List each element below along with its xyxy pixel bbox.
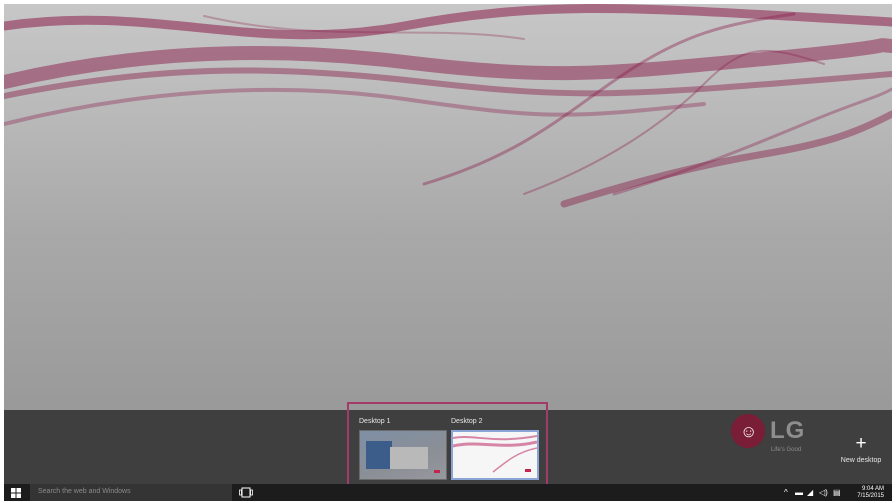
taskbar: Search the web and Windows ^ ▬ ◢ ◁) ▤ 9:… bbox=[4, 484, 892, 501]
window-preview bbox=[390, 447, 428, 469]
volume-icon[interactable]: ◁) bbox=[819, 488, 828, 497]
search-placeholder: Search the web and Windows bbox=[38, 488, 131, 495]
notifications-icon[interactable]: ▤ bbox=[833, 488, 841, 497]
desktop-preview bbox=[359, 430, 447, 480]
lg-logo-text: LG bbox=[770, 417, 806, 444]
search-input[interactable]: Search the web and Windows bbox=[30, 484, 232, 501]
battery-icon[interactable]: ▬ bbox=[795, 488, 803, 497]
task-view-icon bbox=[239, 487, 253, 498]
lg-mini-logo bbox=[434, 470, 440, 473]
new-desktop-label: New desktop bbox=[840, 457, 882, 464]
desktop-label: Desktop 2 bbox=[451, 418, 483, 425]
desktop-thumbnail-2[interactable]: Desktop 2 bbox=[451, 418, 539, 480]
lg-logo: ☺ LG Life's Good bbox=[731, 414, 821, 454]
task-view-button[interactable] bbox=[236, 484, 256, 501]
desktop-wallpaper bbox=[4, 4, 892, 414]
clock-time: 9:04 AM bbox=[861, 486, 884, 492]
start-button[interactable] bbox=[4, 484, 28, 501]
lg-logo-mark: ☺ bbox=[731, 414, 765, 448]
plus-icon: + bbox=[855, 433, 867, 454]
window-preview bbox=[366, 441, 392, 469]
lg-mini-logo bbox=[525, 469, 531, 472]
desktop-preview bbox=[451, 430, 539, 480]
show-hidden-icons-icon[interactable]: ^ bbox=[784, 488, 788, 497]
windows-logo-icon bbox=[11, 488, 21, 498]
clock[interactable]: 9:04 AM 7/15/2015 bbox=[857, 486, 884, 500]
desktop-thumbnail-1[interactable]: Desktop 1 bbox=[359, 418, 447, 480]
virtual-desktops-panel: Desktop 1 Desktop 2 bbox=[347, 402, 548, 490]
desktop-label: Desktop 1 bbox=[359, 418, 391, 425]
new-desktop-button[interactable]: + New desktop bbox=[836, 434, 886, 470]
screen-frame: Desktop 1 Desktop 2 ☺ LG Life's Good + N… bbox=[4, 4, 892, 501]
lg-tagline: Life's Good bbox=[771, 447, 802, 453]
network-icon[interactable]: ◢ bbox=[807, 488, 813, 497]
clock-date: 7/15/2015 bbox=[857, 493, 884, 499]
system-tray: ^ ▬ ◢ ◁) ▤ 9:04 AM 7/15/2015 bbox=[784, 484, 884, 501]
